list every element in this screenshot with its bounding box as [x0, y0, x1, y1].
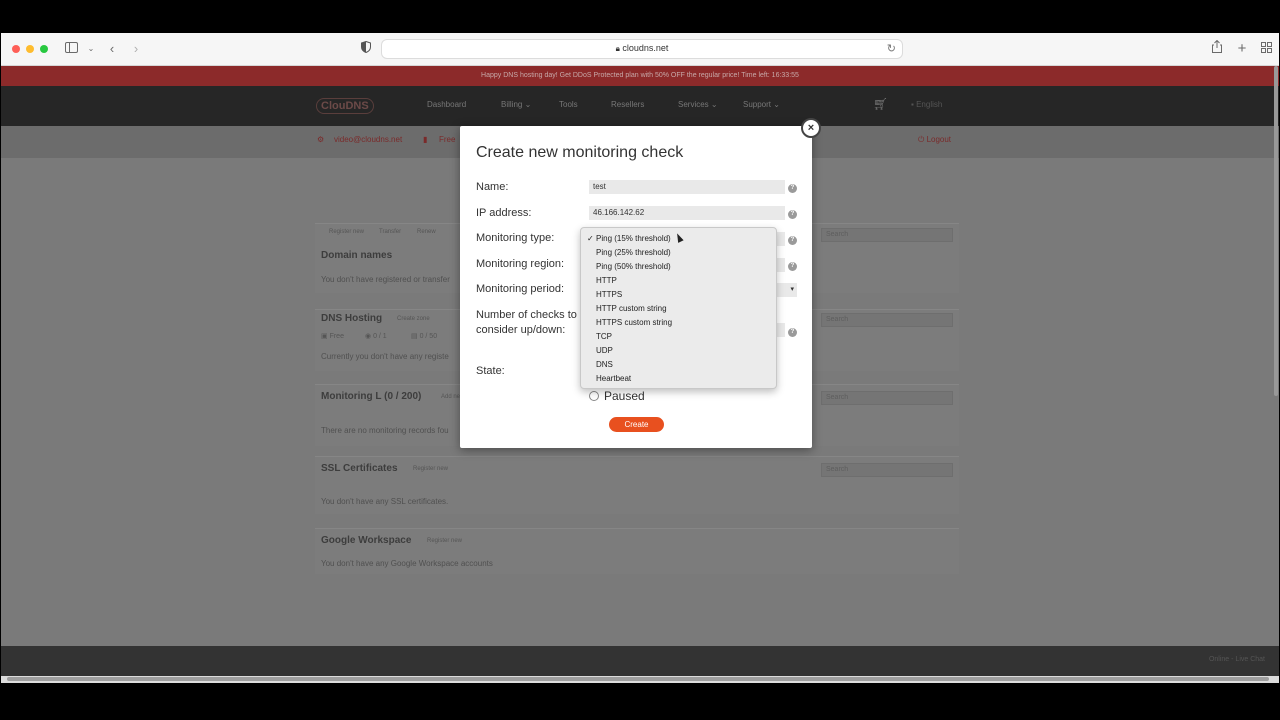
vertical-scrollbar[interactable] — [1274, 66, 1278, 396]
dns-search-input[interactable]: Search — [821, 313, 953, 327]
create-zone-link[interactable]: Create zone — [397, 316, 430, 322]
monitoring-type-label: Monitoring type: — [476, 232, 555, 244]
stat-zones: ◉ 0 / 1 — [365, 333, 387, 340]
help-icon[interactable]: ? — [788, 236, 797, 245]
minimize-window-button[interactable] — [26, 45, 34, 53]
server-icon: ▣ — [321, 333, 328, 340]
ip-address-label: IP address: — [476, 207, 532, 219]
modal-close-button[interactable]: × — [801, 118, 821, 138]
domain-search-input[interactable]: Search — [821, 228, 953, 242]
dropdown-option[interactable]: Ping (50% threshold) — [581, 260, 776, 274]
help-icon[interactable]: ? — [788, 328, 797, 337]
cart-icon[interactable]: 🛒︎ — [873, 97, 888, 111]
panel-title: Domain names — [321, 250, 393, 261]
register-new-link[interactable]: Register new — [413, 466, 448, 472]
logout-link[interactable]: ⏻ Logout — [918, 135, 951, 145]
panel-title: Google Workspace — [321, 535, 412, 546]
dropdown-option[interactable]: DNS — [581, 358, 776, 372]
panel-empty-text: You don't have any SSL certificates. — [321, 497, 449, 506]
site-nav: ClouDNS Dashboard Billing ⌄ Tools Resell… — [1, 86, 1279, 126]
create-button[interactable]: Create — [609, 417, 664, 432]
plan-icon: ▮ — [423, 135, 428, 144]
checks-label: Number of checks to consider up/down: — [476, 309, 577, 336]
tab-overview-icon[interactable] — [1259, 40, 1273, 58]
add-new-link[interactable]: Add ne — [441, 394, 460, 400]
dropdown-option[interactable]: TCP — [581, 330, 776, 344]
panel-empty-text: You don't have any Google Workspace acco… — [321, 559, 493, 568]
language-selector[interactable]: ▪ English — [911, 100, 942, 109]
dropdown-option[interactable]: HTTP custom string — [581, 302, 776, 316]
site-logo[interactable]: ClouDNS — [316, 98, 374, 114]
state-label: State: — [476, 365, 505, 377]
panel-empty-text: Currently you don't have any registe — [321, 352, 449, 361]
paused-label: Paused — [604, 389, 645, 403]
plan-label[interactable]: Free — [439, 135, 455, 144]
chevron-left-icon[interactable]: ‹ — [105, 40, 119, 58]
browser-toolbar: ⌄ ‹ › 🔒︎ cloudns.net ↻ + — [1, 33, 1279, 66]
help-icon[interactable]: ? — [788, 184, 797, 193]
ssl-search-input[interactable]: Search — [821, 463, 953, 477]
nav-resellers[interactable]: Resellers — [611, 100, 644, 109]
checkmark-icon: ✓ — [587, 234, 594, 243]
plus-icon[interactable]: + — [1235, 40, 1249, 58]
tab-renew[interactable]: Renew — [417, 229, 436, 235]
lock-icon: 🔒︎ — [615, 44, 620, 53]
register-new-link[interactable]: Register new — [427, 538, 462, 544]
panel-google-workspace: Google Workspace Register new You don't … — [315, 528, 959, 574]
dropdown-option[interactable]: HTTPS custom string — [581, 316, 776, 330]
dropdown-option[interactable]: HTTP — [581, 274, 776, 288]
chevron-right-icon[interactable]: › — [129, 40, 143, 58]
chevron-down-icon: ▾ — [790, 286, 794, 293]
tab-register-new[interactable]: Register new — [329, 229, 364, 235]
panel-empty-text: There are no monitoring records fou — [321, 426, 449, 435]
nav-tools[interactable]: Tools — [559, 100, 578, 109]
share-icon[interactable] — [1210, 39, 1224, 58]
paused-radio[interactable] — [589, 391, 599, 401]
nav-billing[interactable]: Billing ⌄ — [501, 100, 531, 109]
panel-title: SSL Certificates — [321, 463, 398, 474]
address-bar[interactable]: 🔒︎ cloudns.net ↻ — [381, 39, 903, 59]
promo-banner[interactable]: Happy DNS hosting day! Get DDoS Protecte… — [1, 66, 1279, 86]
monitoring-region-label: Monitoring region: — [476, 258, 565, 270]
screen: ⌄ ‹ › 🔒︎ cloudns.net ↻ + Happy DNS hosti… — [0, 0, 1280, 720]
scrollbar-thumb[interactable] — [7, 677, 1269, 681]
user-email[interactable]: video@cloudns.net — [334, 135, 402, 144]
tab-transfer[interactable]: Transfer — [379, 229, 401, 235]
record-icon: ▤ — [411, 333, 418, 340]
monitoring-type-dropdown: ✓ Ping (15% threshold) Ping (25% threshol… — [580, 227, 777, 389]
flag-icon: ▪ — [911, 100, 914, 109]
live-chat-button[interactable]: Online - Live Chat — [1209, 656, 1265, 663]
url-text: cloudns.net — [622, 43, 669, 53]
help-icon[interactable]: ? — [788, 262, 797, 271]
settings-icon[interactable]: ⚙ — [317, 135, 324, 144]
dropdown-option[interactable]: Heartbeat — [581, 372, 776, 386]
chevron-down-icon[interactable]: ⌄ — [87, 40, 95, 58]
nav-support[interactable]: Support ⌄ — [743, 100, 780, 109]
panel-title: DNS Hosting — [321, 313, 383, 324]
monitoring-search-input[interactable]: Search — [821, 391, 953, 405]
help-icon[interactable]: ? — [788, 210, 797, 219]
nav-dashboard[interactable]: Dashboard — [427, 100, 466, 109]
eye-icon: ◉ — [365, 333, 372, 340]
power-icon: ⏻ — [918, 135, 925, 144]
sidebar-icon[interactable] — [64, 40, 78, 58]
dropdown-option[interactable]: Ping (25% threshold) — [581, 246, 776, 260]
privacy-shield-icon[interactable] — [359, 40, 373, 58]
reload-icon[interactable]: ↻ — [887, 42, 896, 55]
name-label: Name: — [476, 181, 509, 193]
monitoring-period-label: Monitoring period: — [476, 283, 565, 295]
panel-title: Monitoring L (0 / 200) — [321, 391, 422, 402]
horizontal-scrollbar[interactable] — [1, 676, 1279, 683]
zoom-window-button[interactable] — [40, 45, 48, 53]
name-input[interactable]: test — [589, 180, 785, 194]
stat-plan: ▣ Free — [321, 333, 344, 340]
panel-empty-text: You don't have registered or transfer — [321, 275, 450, 284]
dropdown-option[interactable]: UDP — [581, 344, 776, 358]
ip-address-input[interactable]: 46.166.142.62 — [589, 206, 785, 220]
nav-services[interactable]: Services ⌄ — [678, 100, 718, 109]
modal-title: Create new monitoring check — [476, 144, 684, 161]
stat-records: ▤ 0 / 50 — [411, 333, 438, 340]
dropdown-option[interactable]: HTTPS — [581, 288, 776, 302]
close-window-button[interactable] — [12, 45, 20, 53]
